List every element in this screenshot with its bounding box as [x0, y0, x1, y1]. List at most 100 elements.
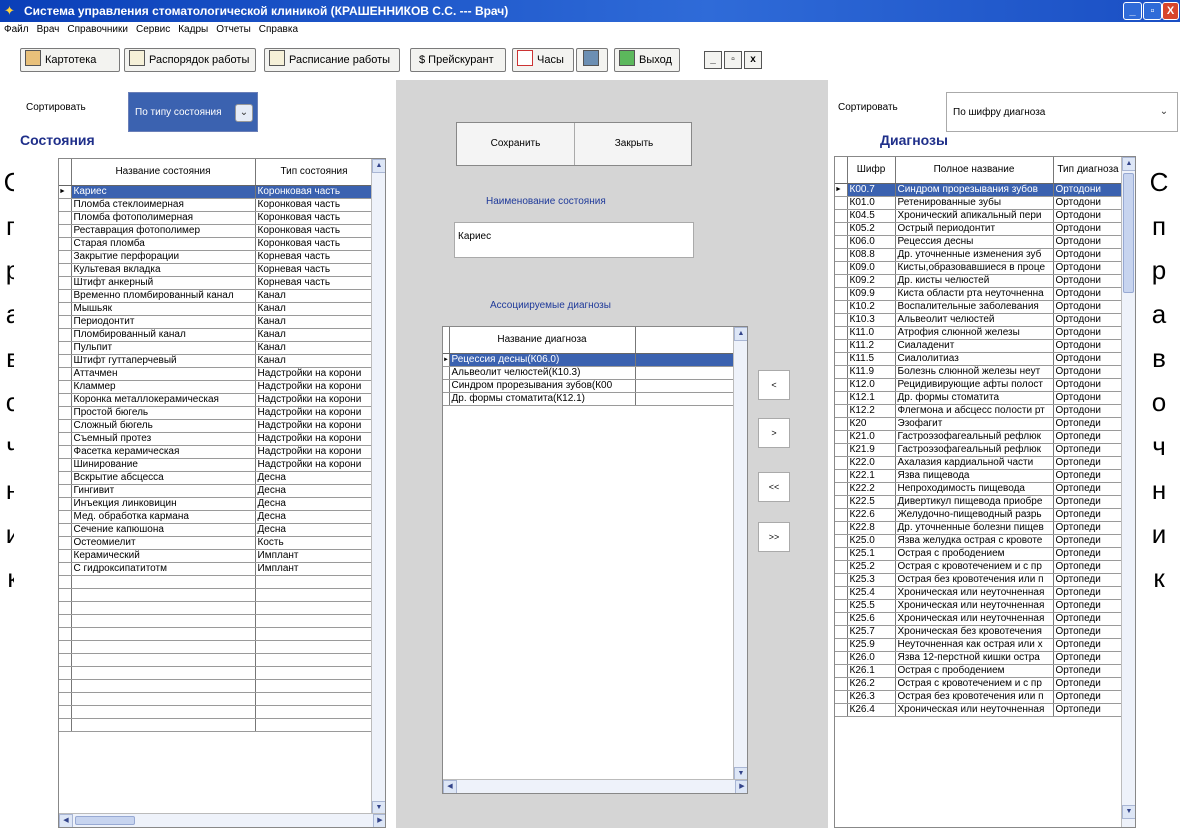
diagnosis-type-cell[interactable]: Ортодони [1053, 313, 1124, 327]
state-name-cell[interactable]: Фасетка керамическая [71, 445, 256, 459]
diagnosis-code-cell[interactable]: К22.8 [847, 521, 896, 535]
state-type-cell[interactable]: Канал [255, 302, 374, 316]
empty-cell[interactable] [71, 640, 256, 654]
state-name-cell[interactable]: Сложный бюгель [71, 419, 256, 433]
minimize-button[interactable]: _ [1123, 2, 1142, 20]
diagnosis-type-cell[interactable]: Ортопеди [1053, 638, 1124, 652]
state-name-cell[interactable]: Пломбированный канал [71, 328, 256, 342]
table-row[interactable]: Штифт анкерный Корневая часть [59, 276, 374, 290]
diagnosis-name-cell[interactable]: Непроходимость пищевода [895, 482, 1054, 496]
scroll-thumb[interactable] [1123, 173, 1134, 293]
table-row[interactable]: Кламмер Надстройки на корони [59, 380, 374, 394]
diagnosis-type-cell[interactable]: Ортопеди [1053, 664, 1124, 678]
diagnosis-name-cell[interactable]: Воспалительные заболевания [895, 300, 1054, 314]
table-row[interactable] [59, 640, 374, 654]
diagnosis-name-cell[interactable]: Рецессия десны(К06.0) [449, 353, 636, 367]
states-vscroll[interactable]: ▲ ▼ [371, 159, 385, 815]
table-row[interactable]: Старая пломба Коронковая часть [59, 237, 374, 251]
diagnosis-code-cell[interactable]: К10.2 [847, 300, 896, 314]
diagnosis-type-cell[interactable]: Ортодони [1053, 326, 1124, 340]
scroll-right-icon[interactable]: ▶ [373, 814, 385, 827]
diagnosis-code-cell[interactable]: К20 [847, 417, 896, 431]
state-type-cell[interactable]: Десна [255, 523, 374, 537]
state-type-cell[interactable]: Имплант [255, 562, 374, 576]
diagnosis-code-cell[interactable]: К09.2 [847, 274, 896, 288]
state-name-cell[interactable]: Керамический [71, 549, 256, 563]
table-row[interactable]: Пломба фотополимерная Коронковая часть [59, 211, 374, 225]
diagnosis-code-cell[interactable]: К25.2 [847, 560, 896, 574]
table-row[interactable]: Штифт гуттаперчевый Канал [59, 354, 374, 368]
diagnosis-name-cell[interactable]: Острая без кровотечения или п [895, 573, 1054, 587]
table-row[interactable]: Съемный протез Надстройки на корони [59, 432, 374, 446]
table-row[interactable]: Альвеолит челюстей(К10.3) [443, 366, 735, 380]
empty-cell[interactable] [71, 601, 256, 615]
table-row[interactable]: К25.0 Язва желудка острая с кровоте Ортопе… [835, 534, 1124, 548]
menu-item[interactable]: Отчеты [212, 22, 255, 35]
empty-cell[interactable] [71, 692, 256, 706]
state-name-cell[interactable]: Реставрация фотополимер [71, 224, 256, 238]
diagnosis-type-cell[interactable]: Ортодони [1053, 196, 1124, 210]
diagnosis-name-cell[interactable]: Острая с прободением [895, 664, 1054, 678]
diagnosis-name-cell[interactable]: Дивертикул пищевода приобре [895, 495, 1054, 509]
diagnosis-name-cell[interactable]: Острая с кровотечением и с пр [895, 560, 1054, 574]
state-type-cell[interactable]: Надстройки на корони [255, 367, 374, 381]
table-row[interactable]: К20 Эзофагит Ортопеди [835, 417, 1124, 431]
table-row[interactable]: К25.3 Острая без кровотечения или п Ортопе… [835, 573, 1124, 587]
diagnosis-name-cell[interactable]: Синдром прорезывания зубов [895, 183, 1054, 197]
table-row[interactable] [59, 627, 374, 641]
state-name-cell[interactable]: Сечение капюшона [71, 523, 256, 537]
diagnosis-type-cell[interactable]: Ортодони [1053, 391, 1124, 405]
state-type-cell[interactable]: Канал [255, 341, 374, 355]
chevron-down-icon[interactable]: ⌄ [1155, 104, 1173, 122]
state-type-cell[interactable]: Канал [255, 328, 374, 342]
table-row[interactable]: Пульпит Канал [59, 341, 374, 355]
state-name-cell[interactable]: Мед. обработка кармана [71, 510, 256, 524]
table-row[interactable] [59, 614, 374, 628]
state-type-cell[interactable]: Надстройки на корони [255, 458, 374, 472]
diagnosis-code-cell[interactable]: К22.0 [847, 456, 896, 470]
table-row[interactable]: К25.9 Неуточненная как острая или х Ортопе… [835, 638, 1124, 652]
diagnosis-type-cell[interactable]: Ортодони [1053, 378, 1124, 392]
state-type-cell[interactable]: Коронковая часть [255, 185, 374, 199]
diagnosis-name-cell[interactable]: Гастроэзофагеальный рефлюк [895, 443, 1054, 457]
diagnosis-code-cell[interactable]: К10.3 [847, 313, 896, 327]
state-type-cell[interactable]: Десна [255, 484, 374, 498]
table-row[interactable]: Гингивит Десна [59, 484, 374, 498]
kartoteka-button[interactable]: Картотека [20, 48, 120, 72]
table-row[interactable] [59, 575, 374, 589]
table-row[interactable]: К11.9 Болезнь слюнной железы неут Ортодони [835, 365, 1124, 379]
table-row[interactable]: К25.2 Острая с кровотечением и с пр Ортопе… [835, 560, 1124, 574]
diagnosis-name-cell[interactable]: Желудочно-пищеводный разрь [895, 508, 1054, 522]
diagnosis-type-cell[interactable]: Ортопеди [1053, 547, 1124, 561]
diagnoses-grid[interactable]: Шифр Полное название Тип диагноза ► К00.7 Син… [834, 156, 1136, 828]
table-row[interactable]: К11.5 Сиалолитиаз Ортодони [835, 352, 1124, 366]
table-row[interactable]: К10.2 Воспалительные заболевания Ортодони [835, 300, 1124, 314]
diagnosis-name-cell[interactable]: Альвеолит челюстей(К10.3) [449, 366, 636, 380]
diagnosis-name-cell[interactable]: Др. уточненные изменения зуб [895, 248, 1054, 262]
table-row[interactable]: Др. формы стоматита(К12.1) [443, 392, 735, 406]
diagnosis-type-cell[interactable]: Ортопеди [1053, 469, 1124, 483]
table-row[interactable]: Аттачмен Надстройки на корони [59, 367, 374, 381]
table-row[interactable]: Керамический Имплант [59, 549, 374, 563]
diagnosis-name-cell[interactable]: Язва пищевода [895, 469, 1054, 483]
scroll-left-icon[interactable]: ◀ [443, 780, 457, 793]
diagnosis-type-cell[interactable]: Ортопеди [1053, 534, 1124, 548]
scroll-down-icon[interactable]: ▼ [1122, 805, 1135, 819]
state-name-cell[interactable]: С гидроксипатитотм [71, 562, 256, 576]
diagnosis-code-cell[interactable]: К05.2 [847, 222, 896, 236]
diagnosis-type-cell[interactable]: Ортодони [1053, 261, 1124, 275]
states-hscroll[interactable]: ◀ ▶ [59, 813, 385, 827]
diagnosis-type-cell[interactable]: Ортодони [1053, 339, 1124, 353]
state-type-cell[interactable]: Надстройки на корони [255, 393, 374, 407]
table-row[interactable]: К04.5 Хронический апикальный пери Ортодони [835, 209, 1124, 223]
state-type-cell[interactable]: Десна [255, 510, 374, 524]
diagnosis-name-cell[interactable]: Хроническая без кровотечения [895, 625, 1054, 639]
column-header[interactable]: Название диагноза [449, 327, 636, 354]
state-name-field[interactable]: Кариес [454, 222, 694, 258]
state-type-cell[interactable]: Коронковая часть [255, 224, 374, 238]
diagnosis-code-cell[interactable]: К25.5 [847, 599, 896, 613]
empty-cell[interactable] [255, 718, 374, 732]
table-row[interactable]: К09.2 Др. кисты челюстей Ортодони [835, 274, 1124, 288]
table-row[interactable] [59, 718, 374, 732]
table-row[interactable]: К26.0 Язва 12-перстной кишки остра Ортопед… [835, 651, 1124, 665]
